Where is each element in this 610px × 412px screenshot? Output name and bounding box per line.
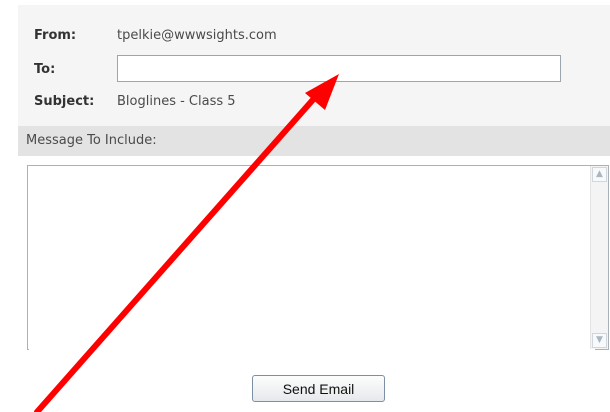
to-input[interactable] <box>117 55 561 82</box>
message-header: Message To Include: <box>18 126 610 156</box>
send-email-button[interactable]: Send Email <box>252 375 385 402</box>
from-value: tpelkie@wwwsights.com <box>117 28 277 43</box>
scroll-up-icon[interactable]: ▲ <box>592 167 607 182</box>
from-label: From: <box>34 28 77 43</box>
scroll-down-icon[interactable]: ▼ <box>592 333 607 348</box>
to-label: To: <box>34 62 56 77</box>
message-box: ▲ ▼ <box>27 165 609 352</box>
subject-value: Bloglines - Class 5 <box>117 94 236 109</box>
message-scrollbar[interactable]: ▲ ▼ <box>590 166 608 349</box>
email-form-panel: From: tpelkie@wwwsights.com To: Subject:… <box>0 0 610 412</box>
message-textarea[interactable] <box>29 167 595 352</box>
subject-label: Subject: <box>34 94 95 109</box>
